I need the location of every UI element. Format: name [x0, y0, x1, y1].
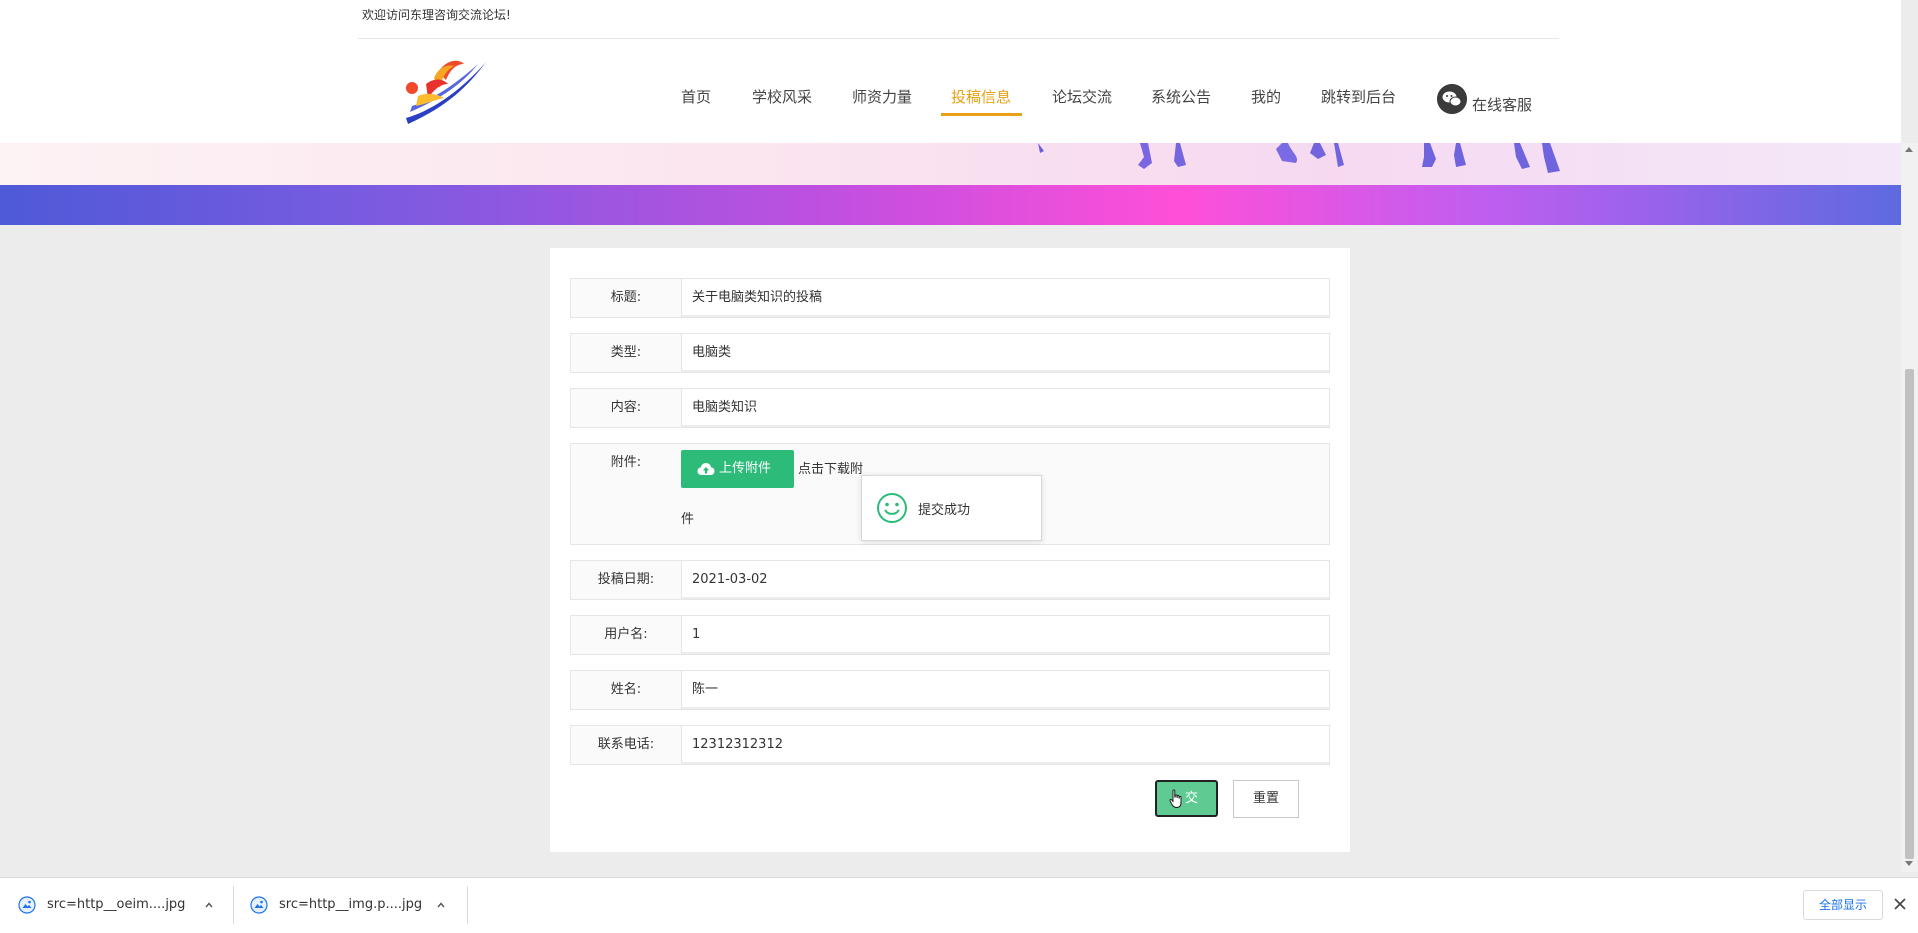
- upload-attachment-button[interactable]: 上传附件: [681, 450, 794, 488]
- content-input[interactable]: 电脑类知识: [681, 389, 1329, 427]
- site-header: 欢迎访问东理咨询交流论坛! 首页 学校风采 师资力量 投稿信息 论坛交流 系统公…: [0, 0, 1901, 143]
- banner-sky: [0, 143, 1901, 191]
- page-scrollbar[interactable]: [1901, 143, 1918, 872]
- type-label: 类型:: [610, 345, 642, 360]
- reset-button[interactable]: 重置: [1233, 780, 1299, 818]
- scroll-up-arrow[interactable]: [1905, 147, 1913, 152]
- cloud-upload-icon: [697, 463, 715, 475]
- download-separator: [467, 886, 468, 924]
- image-file-icon: [18, 896, 36, 914]
- nav-announcements[interactable]: 系统公告: [1151, 86, 1211, 107]
- username-label: 用户名:: [604, 627, 648, 642]
- form-row-type: 类型: 电脑类: [570, 333, 1330, 373]
- nav-home[interactable]: 首页: [681, 86, 711, 107]
- upload-button-label: 上传附件: [719, 461, 772, 476]
- nav-school-style[interactable]: 学校风采: [752, 86, 812, 107]
- content-label: 内容:: [610, 400, 642, 415]
- nav-submission-info[interactable]: 投稿信息: [951, 86, 1011, 107]
- close-icon[interactable]: [1893, 897, 1907, 911]
- banner-figures: [1038, 143, 1560, 173]
- date-label: 投稿日期:: [597, 572, 655, 587]
- nav-faculty[interactable]: 师资力量: [852, 86, 912, 107]
- header-divider: [358, 38, 1559, 39]
- site-logo[interactable]: [398, 54, 490, 128]
- username-input[interactable]: 1: [681, 616, 1329, 654]
- nav-admin[interactable]: 跳转到后台: [1321, 86, 1396, 107]
- download-attachment-link-wrap[interactable]: 件: [681, 508, 694, 527]
- wechat-icon[interactable]: [1437, 84, 1467, 114]
- download-filename: src=http__img.p....jpg: [279, 897, 423, 912]
- name-input[interactable]: 陈一: [681, 671, 1329, 709]
- nav-forum[interactable]: 论坛交流: [1052, 86, 1112, 107]
- online-service-link[interactable]: 在线客服: [1472, 94, 1532, 115]
- image-file-icon: [250, 896, 268, 914]
- nav-mine[interactable]: 我的: [1251, 86, 1281, 107]
- nav-active-underline: [941, 113, 1022, 116]
- welcome-text: 欢迎访问东理咨询交流论坛!: [362, 8, 511, 22]
- scroll-down-arrow[interactable]: [1905, 861, 1913, 866]
- phone-label: 联系电话:: [597, 737, 655, 752]
- form-row-username: 用户名: 1: [570, 615, 1330, 655]
- banner-image: [0, 143, 1901, 225]
- hand-cursor-icon: [1169, 789, 1182, 808]
- chevron-up-icon[interactable]: [437, 901, 445, 909]
- submit-button[interactable]: 交: [1155, 780, 1218, 817]
- browser-download-bar: src=http__oeim....jpg src=http__img.p...…: [0, 877, 1918, 933]
- chevron-up-icon[interactable]: [205, 901, 213, 909]
- show-all-downloads-button[interactable]: 全部显示: [1803, 890, 1883, 920]
- form-row-phone: 联系电话: 12312312312: [570, 725, 1330, 765]
- form-row-date: 投稿日期: 2021-03-02: [570, 560, 1330, 600]
- scroll-thumb[interactable]: [1905, 369, 1914, 859]
- form-row-content: 内容: 电脑类知识: [570, 388, 1330, 428]
- toast-message: 提交成功: [918, 503, 971, 518]
- type-input[interactable]: 电脑类: [681, 334, 1329, 372]
- banner-floor: [0, 185, 1901, 225]
- form-row-name: 姓名: 陈一: [570, 670, 1330, 710]
- success-toast: 提交成功: [861, 475, 1042, 541]
- attachment-label: 附件:: [610, 455, 642, 470]
- name-label: 姓名:: [610, 682, 642, 697]
- smile-icon: [877, 493, 907, 523]
- download-filename: src=http__oeim....jpg: [47, 897, 186, 912]
- form-row-title: 标题: 关于电脑类知识的投稿: [570, 278, 1330, 318]
- download-separator: [233, 886, 234, 924]
- submission-form-card: 标题: 关于电脑类知识的投稿 类型: 电脑类 内容: 电脑类知识 附件: 上传附…: [550, 248, 1350, 852]
- title-label: 标题:: [610, 290, 642, 305]
- phone-input[interactable]: 12312312312: [681, 726, 1329, 764]
- download-attachment-link[interactable]: 点击下载附: [798, 458, 863, 477]
- download-item[interactable]: src=http__img.p....jpg: [250, 878, 450, 933]
- date-input[interactable]: 2021-03-02: [681, 561, 1329, 599]
- download-item[interactable]: src=http__oeim....jpg: [18, 878, 218, 933]
- title-input[interactable]: 关于电脑类知识的投稿: [681, 279, 1329, 317]
